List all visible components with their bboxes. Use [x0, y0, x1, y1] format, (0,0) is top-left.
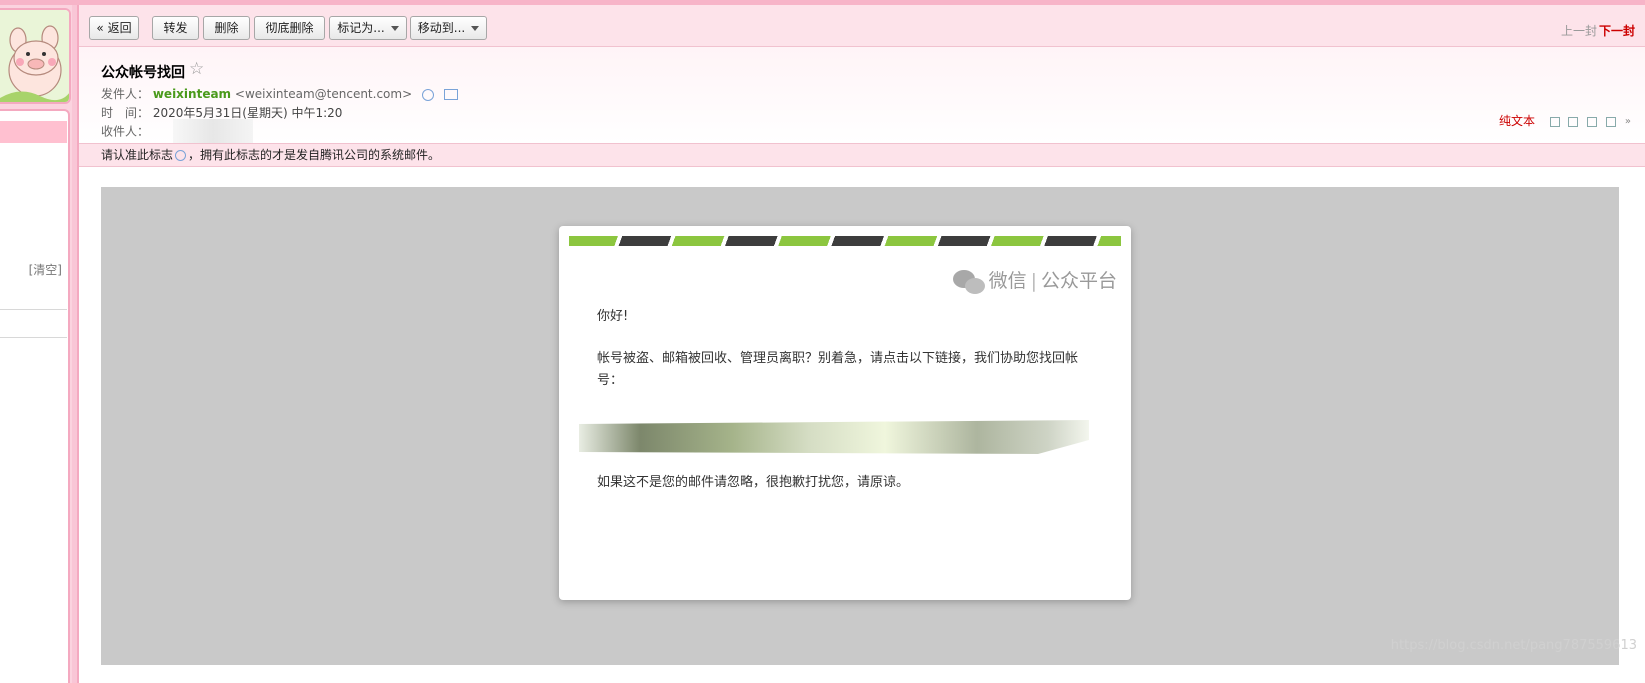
body-paragraph: 帐号被盗、邮箱被回收、管理员离职？别着急，请点击以下链接，我们协助您找回帐号： [597, 351, 1079, 388]
delete-permanent-button[interactable]: 彻底删除 [254, 16, 325, 40]
clear-link[interactable]: [清空] [29, 261, 62, 278]
time-label: 时 间： [101, 106, 150, 120]
logo-platform: 公众平台 [1040, 270, 1117, 292]
redacted-recipient [172, 119, 253, 145]
time-value: 2020年5月31日(星期天) 中午1:20 [152, 106, 343, 120]
to-row: 收件人： [101, 119, 253, 145]
save-icon[interactable] [1587, 116, 1598, 127]
new-window-icon[interactable] [1549, 116, 1560, 127]
from-row: 发件人： weixinteam <weixinteam@tencent.com> [101, 85, 458, 102]
mail-body: 微信 | 公众平台 你好! 帐号被盗、邮箱被回收、管理员离职？别着急，请点击以下链接… [101, 187, 1619, 665]
star-icon[interactable]: ☆ [189, 59, 204, 79]
wechat-logo: 微信 | 公众平台 [952, 266, 1117, 294]
move-to-label: 移动到... [417, 21, 466, 35]
back-button[interactable]: « 返回 [89, 16, 139, 40]
verified-icon [421, 88, 434, 101]
mail-header: 公众帐号找回 ☆ 发件人： weixinteam <weixinteam@ten… [79, 47, 1645, 145]
left-sidebar: [清空] [0, 5, 72, 683]
greeting: 你好! [597, 309, 629, 324]
mail-card: 微信 | 公众平台 你好! 帐号被盗、邮箱被回收、管理员离职？别着急，请点击以下链接… [559, 226, 1131, 600]
mail-reader: « 返回 转发 删除 彻底删除 标记为... 移动到... 上一封 下一封 公众… [77, 5, 1645, 683]
verified-icon [175, 150, 187, 161]
to-label: 收件人： [101, 124, 150, 139]
view-options: » [1545, 114, 1631, 128]
sender-name[interactable]: weixinteam [153, 87, 231, 101]
watermark: https://blog.csdn.net/pang787559613 [1390, 638, 1637, 653]
print-icon[interactable] [1606, 116, 1617, 127]
mark-as-dropdown[interactable]: 标记为... [329, 16, 407, 40]
from-label: 发件人： [101, 87, 150, 101]
wechat-icon [952, 269, 985, 294]
notice-text-before: 请认准此标志 [101, 148, 174, 162]
mail-toolbar: « 返回 转发 删除 彻底删除 标记为... 移动到... 上一封 下一封 [79, 5, 1645, 47]
delete-button[interactable]: 删除 [203, 16, 250, 40]
forward-button[interactable]: 转发 [152, 16, 199, 40]
security-notice: 请认准此标志 ，拥有此标志的才是发自腾讯公司的系统邮件。 [79, 143, 1645, 167]
logo-divider: | [1030, 270, 1037, 292]
next-mail-link[interactable]: 下一封 [1599, 22, 1635, 39]
redacted-recovery-link[interactable] [579, 420, 1089, 454]
more-icon[interactable]: » [1625, 116, 1631, 127]
logo-brand: 微信 [988, 270, 1027, 292]
chevron-down-icon [471, 26, 480, 31]
avatar-pig-icon [0, 10, 69, 102]
divider [0, 337, 67, 338]
sender-email: <weixinteam@tencent.com> [234, 87, 413, 101]
avatar[interactable] [0, 8, 71, 104]
move-to-dropdown[interactable]: 移动到... [410, 16, 487, 40]
mail-subject: 公众帐号找回 [101, 65, 185, 81]
footer-paragraph: 如果这不是您的邮件请忽略，很抱歉打扰您，请原谅。 [597, 475, 910, 490]
prev-mail-link[interactable]: 上一封 [1561, 22, 1597, 39]
envelope-stripes [569, 236, 1121, 246]
source-icon[interactable] [1568, 116, 1579, 127]
selected-folder-highlight[interactable] [0, 121, 67, 143]
chevron-down-icon [390, 26, 399, 31]
divider [0, 309, 67, 310]
contact-card-icon[interactable] [443, 89, 458, 100]
mark-as-label: 标记为... [337, 21, 385, 35]
notice-text-after: ，拥有此标志的才是发自腾讯公司的系统邮件。 [188, 148, 441, 162]
folder-panel: [清空] [0, 109, 70, 683]
plain-text-link[interactable]: 纯文本 [1499, 112, 1535, 129]
